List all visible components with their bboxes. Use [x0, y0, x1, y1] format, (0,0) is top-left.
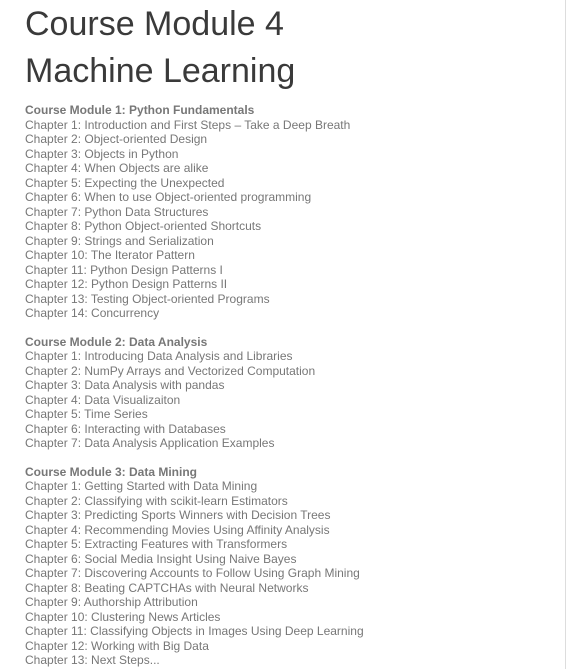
chapter-item: Chapter 11: Python Design Patterns I — [25, 262, 223, 277]
chapter-item: Chapter 8: Beating CAPTCHAs with Neural … — [25, 580, 309, 595]
page-title-line-2: Machine Learning — [25, 52, 296, 90]
chapter-item: Chapter 7: Python Data Structures — [25, 204, 209, 219]
chapter-item: Chapter 1: Introducing Data Analysis and… — [25, 349, 293, 363]
chapter-item: Chapter 3: Data Analysis with pandas — [25, 378, 225, 392]
chapter-item: Chapter 5: Time Series — [25, 407, 148, 421]
chapter-item: Chapter 11: Classifying Objects in Image… — [25, 624, 364, 638]
chapter-item: Chapter 8: Python Object-oriented Shortc… — [25, 219, 262, 233]
course-module-2: Course Module 2: Data Analysis Chapter 1:… — [25, 335, 565, 451]
chapter-item: Chapter 6: Social Media Insight Using Na… — [25, 551, 297, 566]
page-title: Course Module 4 Machine Learning — [25, 0, 565, 95]
chapter-item: Chapter 10: Clustering News Articles — [25, 609, 221, 624]
module-heading: Course Module 1: Python Fundamentals — [25, 103, 255, 117]
module-heading: Course Module 3: Data Mining — [25, 464, 198, 479]
chapter-item: Chapter 4: Data Visualizaiton — [25, 392, 181, 407]
document-page: Course Module 4 Machine Learning Course … — [0, 0, 566, 669]
chapter-item: Chapter 10: The Iterator Pattern — [25, 248, 195, 262]
chapter-item: Chapter 7: Data Analysis Application Exa… — [25, 436, 275, 450]
chapter-item: Chapter 9: Strings and Serialization — [25, 233, 214, 248]
module-list: Course Module 1: Python Fundamentals Chap… — [25, 103, 565, 668]
chapter-item: Chapter 5: Extracting Features with Tran… — [25, 537, 288, 551]
chapter-list: Chapter 1: Getting Started with Data Min… — [25, 479, 565, 668]
chapter-item: Chapter 9: Authorship Attribution — [25, 595, 198, 609]
chapter-item: Chapter 14: Concurrency — [25, 306, 160, 320]
chapter-item: Chapter 3: Objects in Python — [25, 146, 179, 161]
chapter-item: Chapter 13: Next Steps... — [25, 653, 160, 667]
chapter-item: Chapter 6: Interacting with Databases — [25, 421, 226, 436]
chapter-item: Chapter 2: Classifying with scikit-learn… — [25, 493, 288, 508]
chapter-item: Chapter 6: When to use Object-oriented p… — [25, 190, 312, 204]
module-heading: Course Module 2: Data Analysis — [25, 334, 208, 349]
chapter-item: Chapter 5: Expecting the Unexpected — [25, 175, 225, 190]
chapter-item: Chapter 4: Recommending Movies Using Aff… — [25, 522, 330, 537]
chapter-item: Chapter 12: Python Design Patterns II — [25, 277, 228, 291]
chapter-item: Chapter 1: Getting Started with Data Min… — [25, 479, 258, 493]
course-module-3: Course Module 3: Data Mining Chapter 1: G… — [25, 465, 565, 668]
chapter-item: Chapter 2: Object-oriented Design — [25, 132, 208, 146]
course-module-1: Course Module 1: Python Fundamentals Chap… — [25, 103, 565, 321]
chapter-list: Chapter 1: Introducing Data Analysis and… — [25, 349, 565, 451]
chapter-item: Chapter 12: Working with Big Data — [25, 638, 209, 653]
chapter-item: Chapter 1: Introduction and First Steps … — [25, 117, 351, 132]
chapter-item: Chapter 3: Predicting Sports Winners wit… — [25, 508, 331, 522]
page-title-line-1: Course Module 4 — [25, 5, 284, 43]
chapter-list: Chapter 1: Introduction and First Steps … — [25, 118, 565, 321]
chapter-item: Chapter 7: Discovering Accounts to Follo… — [25, 566, 360, 580]
chapter-item: Chapter 4: When Objects are alike — [25, 161, 209, 175]
chapter-item: Chapter 13: Testing Object-oriented Prog… — [25, 291, 270, 306]
chapter-item: Chapter 2: NumPy Arrays and Vectorized C… — [25, 363, 316, 378]
